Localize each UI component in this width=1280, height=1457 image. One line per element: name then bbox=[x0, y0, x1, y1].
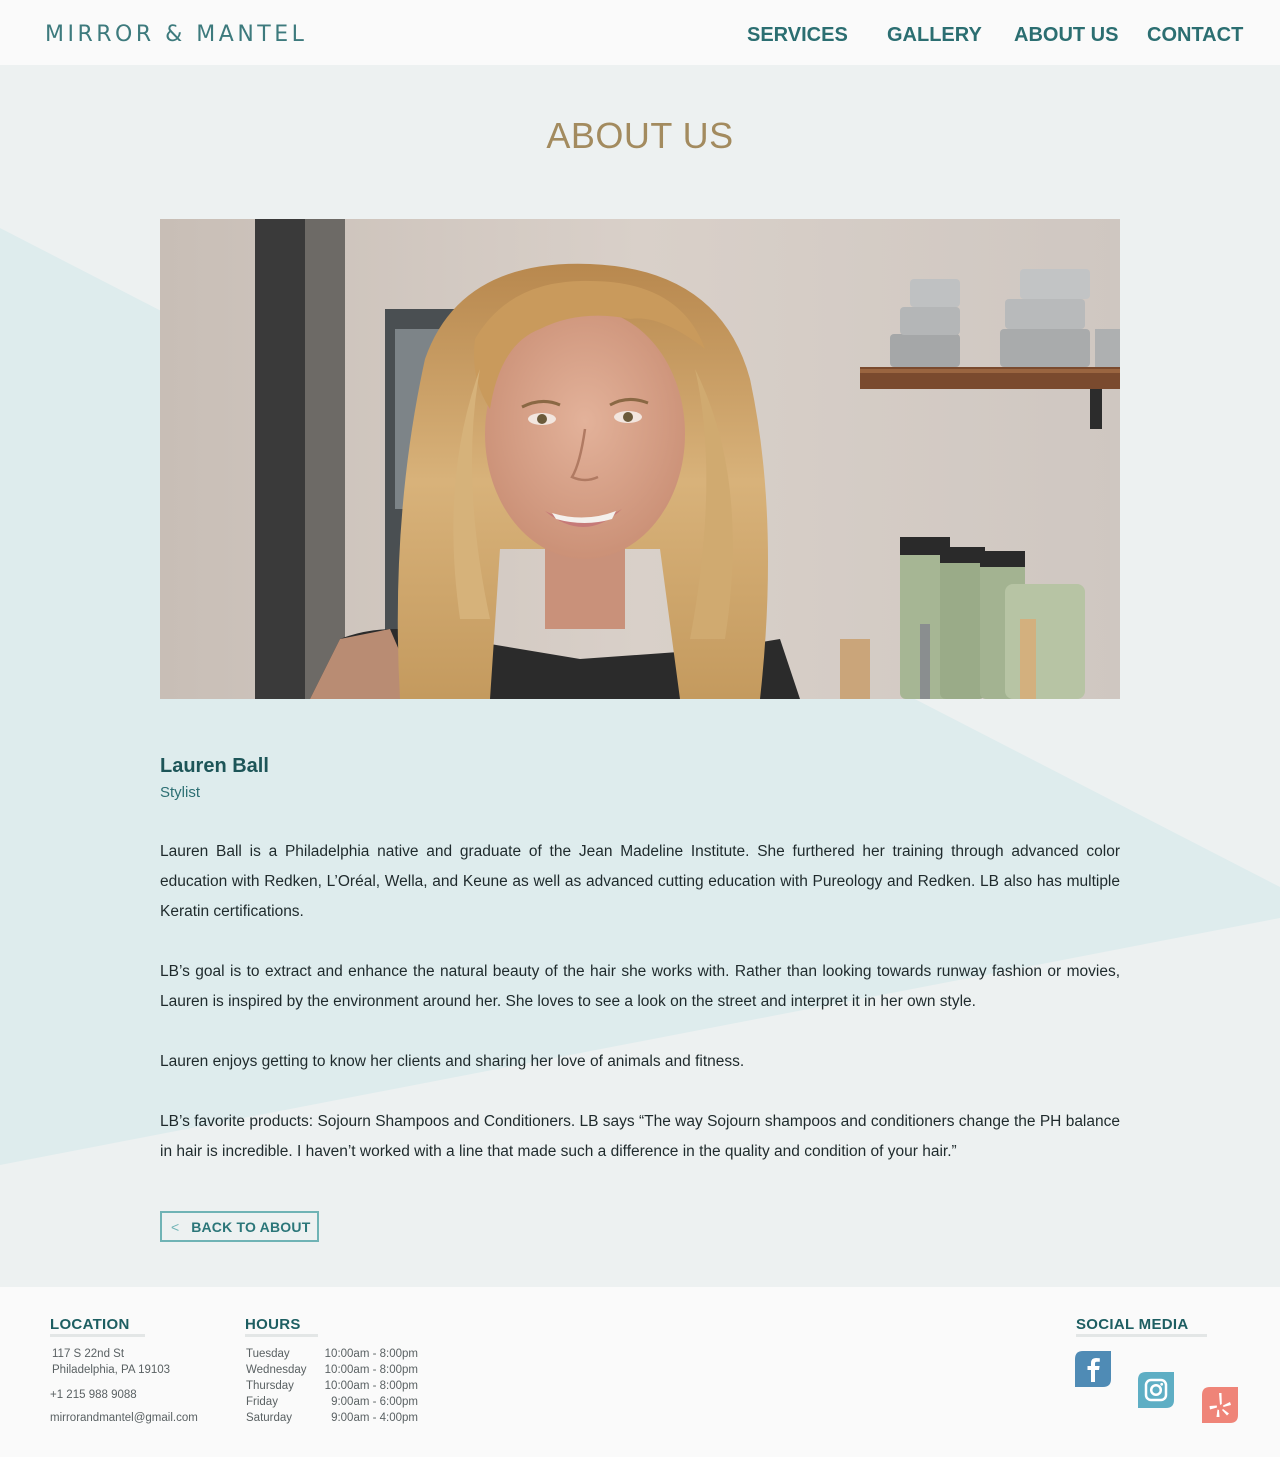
location-heading: LOCATION bbox=[50, 1316, 130, 1333]
hours-day: Tuesday bbox=[246, 1348, 290, 1360]
stylist-role: Stylist bbox=[160, 784, 201, 801]
hours-time: 9:00am - 6:00pm bbox=[331, 1396, 418, 1408]
location-heading-rule bbox=[50, 1334, 145, 1337]
address-city: Philadelphia, PA 19103 bbox=[52, 1364, 171, 1376]
yelp-icon[interactable] bbox=[1202, 1387, 1238, 1423]
hours-time: 10:00am - 8:00pm bbox=[324, 1380, 418, 1392]
hours-time: 10:00am - 8:00pm bbox=[324, 1364, 418, 1376]
site-logo[interactable]: MIRROR & MANTEL bbox=[45, 22, 307, 47]
back-to-about-button[interactable]: < BACK TO ABOUT bbox=[160, 1211, 319, 1242]
email-link[interactable]: mirrorandmantel@gmail.com bbox=[50, 1412, 198, 1424]
site-header: MIRROR & MANTEL SERVICES GALLERY ABOUT U… bbox=[0, 0, 1280, 65]
hours-row: Wednesday 10:00am - 8:00pm bbox=[246, 1364, 418, 1380]
bio-paragraph: LB’s favorite products: Sojourn Shampoos… bbox=[160, 1113, 1120, 1160]
hours-row: Saturday 9:00am - 4:00pm bbox=[246, 1412, 418, 1428]
hours-row: Thursday 10:00am - 8:00pm bbox=[246, 1380, 418, 1396]
bio-paragraph: LB’s goal is to extract and enhance the … bbox=[160, 963, 1120, 1010]
hours-day: Friday bbox=[246, 1396, 278, 1408]
hours-day: Wednesday bbox=[246, 1364, 307, 1376]
main-content: ABOUT US Lauren Ball Stylist Lauren Ball… bbox=[0, 65, 1280, 1287]
nav-about-us[interactable]: ABOUT US bbox=[1014, 24, 1118, 47]
hours-heading: HOURS bbox=[245, 1316, 301, 1333]
page-title: ABOUT US bbox=[546, 115, 734, 156]
nav-services[interactable]: SERVICES bbox=[747, 24, 848, 47]
social-heading-rule bbox=[1076, 1334, 1207, 1337]
hours-time: 10:00am - 8:00pm bbox=[324, 1348, 418, 1360]
bio-paragraph: Lauren enjoys getting to know her client… bbox=[160, 1053, 745, 1070]
hours-day: Thursday bbox=[246, 1380, 294, 1392]
chevron-left-icon: < bbox=[171, 1218, 180, 1235]
nav-gallery[interactable]: GALLERY bbox=[887, 24, 982, 47]
site-footer: LOCATION 117 S 22nd St Philadelphia, PA … bbox=[0, 1287, 1280, 1457]
hours-row: Tuesday 10:00am - 8:00pm bbox=[246, 1348, 418, 1364]
hours-day: Saturday bbox=[246, 1412, 293, 1424]
bio-paragraph: Lauren Ball is a Philadelphia native and… bbox=[160, 843, 1120, 920]
back-button-label: BACK TO ABOUT bbox=[191, 1218, 311, 1235]
stylist-photo bbox=[160, 219, 1120, 699]
stylist-name: Lauren Ball bbox=[160, 755, 269, 777]
phone-number[interactable]: +1 215 988 9088 bbox=[50, 1389, 137, 1401]
instagram-icon[interactable] bbox=[1138, 1372, 1174, 1408]
address-street: 117 S 22nd St bbox=[52, 1348, 125, 1360]
social-heading: SOCIAL MEDIA bbox=[1076, 1316, 1189, 1333]
nav-contact[interactable]: CONTACT bbox=[1147, 24, 1243, 47]
hours-row: Friday 9:00am - 6:00pm bbox=[246, 1396, 418, 1412]
hours-time: 9:00am - 4:00pm bbox=[331, 1412, 418, 1424]
hours-heading-rule bbox=[245, 1334, 318, 1337]
facebook-icon[interactable] bbox=[1075, 1351, 1111, 1387]
